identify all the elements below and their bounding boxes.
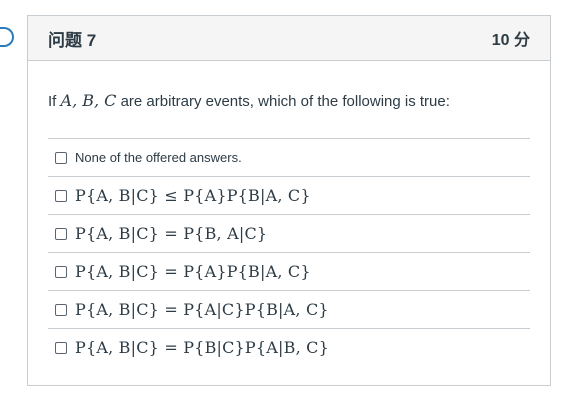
checkbox-icon[interactable] [55,303,67,316]
answer-option-1[interactable]: None of the offered answers. [48,138,530,176]
question-points: 10 分 [491,32,530,49]
answer-list: None of the offered answers. P{A, B|C} ≤… [48,138,530,366]
checkbox-icon[interactable] [55,151,67,164]
quiz-page: 问题 7 10 分 If A, B, C are arbitrary event… [0,0,581,405]
answer-option-2[interactable]: P{A, B|C} ≤ P{A}P{B|A, C} [48,176,530,214]
prompt-variables: A, B, C [60,91,117,110]
prompt-prefix: If [48,93,61,110]
checkbox-icon[interactable] [55,341,67,354]
answer-label: P{A, B|C} = P{A|C}P{B|A, C} [75,300,329,319]
answer-option-5[interactable]: P{A, B|C} = P{A|C}P{B|A, C} [48,290,530,328]
answer-label: P{A, B|C} = P{B, A|C} [75,224,268,243]
answer-option-3[interactable]: P{A, B|C} = P{B, A|C} [48,214,530,252]
question-body: If A, B, C are arbitrary events, which o… [28,61,550,366]
checkbox-icon[interactable] [55,227,67,240]
checkbox-icon[interactable] [55,265,67,278]
prompt-suffix: are arbitrary events, which of the follo… [116,93,450,110]
question-prompt: If A, B, C are arbitrary events, which o… [48,91,530,112]
answer-option-6[interactable]: P{A, B|C} = P{B|C}P{A|B, C} [48,328,530,366]
answer-label: P{A, B|C} = P{A}P{B|A, C} [75,262,311,281]
checkbox-icon[interactable] [55,189,67,202]
question-card: 问题 7 10 分 If A, B, C are arbitrary event… [27,15,551,386]
question-title: 问题 7 [48,30,97,50]
answer-label: P{A, B|C} = P{B|C}P{A|B, C} [75,338,329,357]
answer-label: None of the offered answers. [75,150,242,165]
answer-option-4[interactable]: P{A, B|C} = P{A}P{B|A, C} [48,252,530,290]
answer-label: P{A, B|C} ≤ P{A}P{B|A, C} [75,186,311,205]
flag-question-icon[interactable] [0,27,14,47]
question-header: 问题 7 10 分 [28,16,550,61]
